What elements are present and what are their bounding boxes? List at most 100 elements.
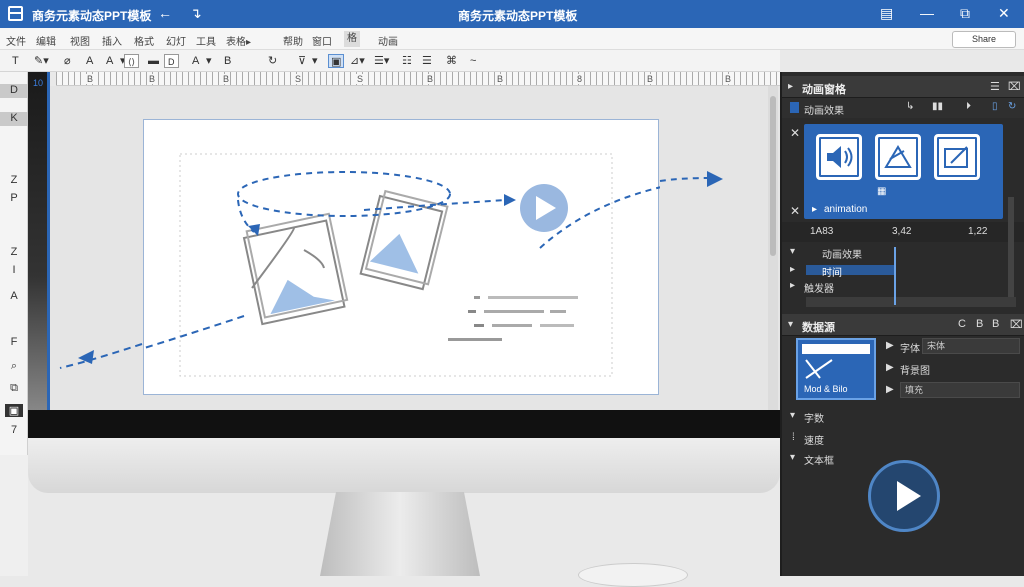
canvas-scrollbar[interactable] (768, 86, 778, 411)
menu-slide[interactable]: 幻灯 (166, 33, 186, 48)
vertical-ruler[interactable]: 10 (28, 72, 50, 412)
share-button[interactable]: Share (952, 31, 1016, 48)
fill-triangle-icon[interactable]: ⊿▾ (350, 54, 365, 68)
shape-fill-icon[interactable]: ▬ (148, 54, 159, 68)
dropdown-icon-2[interactable]: ▾ (206, 54, 212, 68)
menu-help[interactable]: 帮助 (283, 33, 303, 48)
wave-icon[interactable]: ~ (470, 54, 476, 68)
section-arrow[interactable]: ⁞ (792, 432, 795, 443)
link-icon[interactable]: ⌘ (446, 54, 457, 68)
menu-insert[interactable]: 插入 (102, 33, 122, 48)
menu-animation[interactable]: 动画 (378, 33, 398, 48)
color-swatch[interactable] (790, 102, 799, 113)
b-icon[interactable]: B (976, 318, 983, 330)
section-arrow[interactable]: ▾ (790, 410, 795, 421)
tool-p[interactable]: P (0, 192, 28, 204)
line-style-box[interactable]: ⟨⟩ (124, 54, 140, 68)
refresh-icon[interactable]: ↻ (1008, 101, 1016, 112)
collapse-icon[interactable]: ▾ (788, 319, 793, 330)
tool-z2[interactable]: Z (0, 246, 28, 258)
font-field[interactable]: 宋体 (922, 338, 1020, 354)
section-arrow[interactable]: ▾ (790, 452, 795, 463)
forward-icon[interactable]: ↴ (190, 5, 202, 21)
panel-scrollbar[interactable] (1008, 197, 1014, 297)
panel-icon[interactable]: ▯ (992, 101, 998, 112)
horizontal-ruler[interactable]: B B B S S B B 8 B B (56, 72, 780, 86)
thumb-arrow-icon (805, 359, 833, 379)
tool-z[interactable]: Z (0, 174, 28, 186)
tool-7[interactable]: 7 (0, 424, 28, 436)
menu-edit[interactable]: 编辑 (36, 33, 56, 48)
list-icon[interactable]: ☰▾ (374, 54, 389, 68)
tool-f[interactable]: F (0, 336, 28, 348)
menu-format[interactable]: 格式 (134, 33, 154, 48)
fill-dropdown[interactable]: 填充 (900, 382, 1020, 398)
text-tool-icon[interactable]: T (12, 54, 19, 68)
tool-i[interactable]: I (0, 264, 28, 276)
font-fill-icon[interactable]: A (106, 54, 113, 68)
close-pane-icon[interactable]: ⌧ (1010, 318, 1023, 331)
menu-bar: 文件 编辑 视图 插入 格式 幻灯 工具 表格▸ 帮助 窗口 格 动画 Shar… (0, 28, 1024, 50)
timeline-playhead[interactable] (894, 247, 896, 305)
track-row[interactable]: ▸ 触发器 (782, 278, 1024, 295)
menu-view[interactable]: 视图 (70, 33, 90, 48)
tool-k[interactable]: K (0, 112, 28, 126)
close-x-icon-2[interactable]: ✕ (790, 204, 800, 218)
back-icon[interactable]: ← (158, 5, 172, 21)
app-icon[interactable] (8, 6, 23, 21)
play-button[interactable] (868, 460, 940, 532)
effect-animation-tile[interactable] (934, 134, 980, 180)
image-tool-icon[interactable]: ▣ (5, 404, 23, 417)
format-toolbar: T ✎▾ ⌀ A A ▾ ⟨⟩ ▬ D A ▾ B ↻ ⊽ ▾ ▣ ⊿▾ ☰▾ … (0, 50, 780, 72)
menu-window[interactable]: 窗口 (312, 33, 332, 48)
layout-icon[interactable]: ▤ (880, 5, 893, 21)
tool-a[interactable]: A (0, 290, 28, 302)
menu-grid[interactable]: 格 (344, 31, 360, 47)
data-thumbnail[interactable]: Mod & Bilo (796, 338, 876, 400)
timeline-bar[interactable] (806, 265, 896, 275)
font-color-icon[interactable]: A (86, 54, 93, 68)
indent-icon[interactable]: ↳ (906, 101, 914, 112)
play-small-icon[interactable]: ⏵ (966, 101, 971, 112)
track-row[interactable]: ▸ 时间 (782, 262, 1024, 279)
close-pane-icon[interactable]: ⌧ (1008, 80, 1021, 93)
close-x-icon[interactable]: ✕ (790, 126, 800, 140)
collapse-icon[interactable]: ▸ (788, 81, 793, 92)
menu-file[interactable]: 文件 (6, 33, 26, 48)
field-arrow: ▶ (886, 384, 894, 395)
restore-button[interactable]: ⧉ (960, 5, 970, 21)
ruler-mark: B (426, 74, 435, 84)
menu-icon[interactable]: ☰ (990, 80, 1000, 93)
b-icon-2[interactable]: B (992, 318, 999, 330)
rotate-icon[interactable]: ↻ (268, 54, 277, 68)
menu-tools[interactable]: 工具 (196, 33, 216, 48)
paragraph-icon[interactable]: ☰ (422, 54, 432, 68)
tool-d[interactable]: D (0, 84, 28, 98)
close-button[interactable]: ✕ (998, 5, 1010, 21)
c-icon[interactable]: C (958, 318, 966, 330)
diamond-box[interactable]: D (164, 54, 179, 68)
motion-animation-tile[interactable] (875, 134, 921, 180)
lasso-icon[interactable]: ⌀ (64, 54, 71, 68)
sound-animation-tile[interactable] (816, 134, 862, 180)
track-row[interactable]: ▾ 动画效果 (782, 244, 1024, 261)
ruler-mark: B (86, 74, 95, 84)
align-box-icon[interactable]: ▣ (328, 54, 345, 68)
bold-icon[interactable]: B (224, 54, 231, 68)
timeline-scroll[interactable] (806, 297, 1016, 307)
section-label: 字数 (804, 414, 824, 425)
columns-icon[interactable]: ☷ (402, 54, 412, 68)
filter-icon[interactable]: ⊽ (298, 54, 306, 68)
text-a-icon[interactable]: A (192, 54, 199, 68)
track-arrow[interactable]: ▸ (790, 264, 795, 275)
scroll-thumb[interactable] (770, 96, 776, 256)
dropdown-icon-3[interactable]: ▾ (312, 54, 318, 68)
minimize-button[interactable]: — (920, 5, 934, 21)
track-arrow[interactable]: ▾ (790, 246, 795, 257)
pen-tool-icon[interactable]: ✎▾ (34, 54, 49, 68)
track-arrow[interactable]: ▸ (790, 280, 795, 291)
zoom-icon[interactable]: ⌕ (0, 360, 28, 373)
menu-table[interactable]: 表格▸ (226, 33, 251, 48)
copy-icon[interactable]: ⧉ (0, 382, 28, 395)
pause-icon[interactable]: ▮▮ (932, 101, 943, 112)
